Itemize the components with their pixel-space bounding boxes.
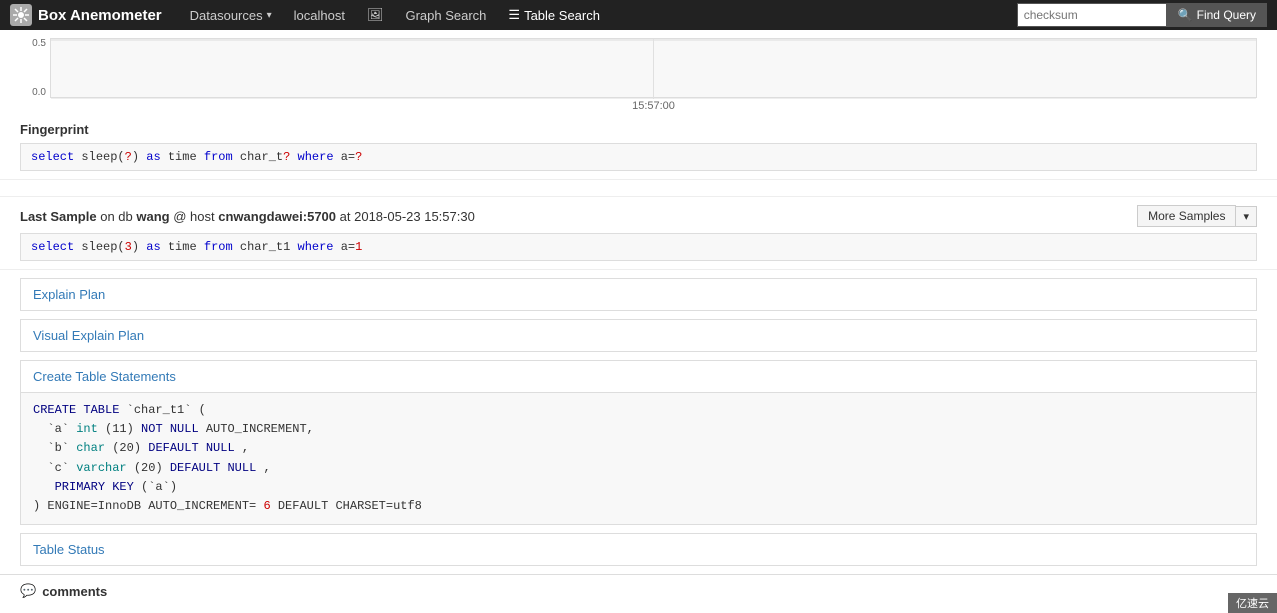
create-table-line2: `a` int (11) NOT NULL AUTO_INCREMENT,: [33, 420, 1244, 439]
create-table-line4: `c` varchar (20) DEFAULT NULL ,: [33, 459, 1244, 478]
find-query-button[interactable]: 🔍 Find Query: [1167, 3, 1267, 27]
nav-image[interactable]: 🖼: [357, 0, 394, 30]
nav-localhost-label: localhost: [294, 8, 345, 23]
navbar: Box Anemometer Datasources ▾ localhost 🖼…: [0, 0, 1277, 30]
fingerprint-section: Fingerprint select sleep(?) as time from…: [0, 114, 1277, 180]
table-status-header[interactable]: Table Status: [21, 534, 1256, 565]
more-samples-btn-group: More Samples ▾: [1137, 205, 1257, 227]
create-table-line5: PRIMARY KEY (`a`): [33, 478, 1244, 497]
nav-links: Datasources ▾ localhost 🖼 Graph Search ☰…: [180, 0, 610, 30]
create-table-section: Create Table Statements CREATE TABLE `ch…: [20, 360, 1257, 525]
last-sample-section: Last Sample on db wang @ host cnwangdawe…: [0, 196, 1277, 270]
chart-y-bottom: 0.0: [20, 87, 46, 98]
visual-explain-plan-section: Visual Explain Plan: [20, 319, 1257, 352]
comment-icon: 💬: [20, 583, 36, 599]
brand-name: Box Anemometer: [38, 7, 162, 24]
nav-datasources[interactable]: Datasources ▾: [180, 0, 282, 30]
image-icon: 🖼: [367, 7, 384, 23]
chart-x-label: 15:57:00: [50, 100, 1257, 112]
last-sample-header: Last Sample on db wang @ host cnwangdawe…: [20, 205, 1257, 227]
more-samples-dropdown-button[interactable]: ▾: [1236, 206, 1257, 227]
table-status-section: Table Status: [20, 533, 1257, 566]
create-table-line6: ) ENGINE=InnoDB AUTO_INCREMENT= 6 DEFAUL…: [33, 497, 1244, 516]
create-table-header[interactable]: Create Table Statements: [21, 361, 1256, 392]
spacer: [0, 180, 1277, 196]
footer-brand: 亿速云: [1228, 593, 1277, 613]
nav-datasources-label: Datasources: [190, 8, 263, 23]
nav-graph-search-label: Graph Search: [405, 8, 486, 23]
comments-label: comments: [42, 584, 107, 599]
more-samples-button[interactable]: More Samples: [1137, 205, 1236, 227]
brand-icon: [10, 4, 32, 26]
comments-section: 💬 comments: [0, 574, 1277, 607]
nav-table-search-label: Table Search: [524, 8, 600, 23]
explain-plan-section: Explain Plan: [20, 278, 1257, 311]
create-table-line1: CREATE TABLE `char_t1` (: [33, 401, 1244, 420]
nav-table-search[interactable]: ☰ Table Search: [498, 0, 610, 30]
search-box: 🔍 Find Query: [1017, 3, 1267, 27]
nav-graph-search[interactable]: Graph Search: [395, 0, 496, 30]
fingerprint-code: select sleep(?) as time from char_t? whe…: [20, 143, 1257, 171]
fingerprint-label: Fingerprint: [20, 122, 1257, 137]
chart-y-labels: 0.5 0.0: [20, 38, 50, 98]
last-sample-title: Last Sample on db wang @ host cnwangdawe…: [20, 209, 475, 224]
last-sample-code: select sleep(3) as time from char_t1 whe…: [20, 233, 1257, 261]
find-query-label: Find Query: [1197, 8, 1256, 22]
chevron-down-icon: ▾: [267, 10, 272, 21]
brand-link[interactable]: Box Anemometer: [10, 4, 162, 26]
create-table-body: CREATE TABLE `char_t1` ( `a` int (11) NO…: [21, 392, 1256, 524]
nav-localhost[interactable]: localhost: [284, 0, 355, 30]
chart-svg: [50, 38, 1257, 98]
chart-area: 0.5 0.0 15:57:00: [0, 34, 1277, 112]
chart-y-top: 0.5: [20, 38, 46, 49]
create-table-line3: `b` char (20) DEFAULT NULL ,: [33, 439, 1244, 458]
footer-brand-text: 亿速云: [1236, 598, 1269, 610]
comments-title: 💬 comments: [20, 583, 1257, 599]
search-icon: 🔍: [1178, 8, 1193, 22]
visual-explain-plan-header[interactable]: Visual Explain Plan: [21, 320, 1256, 351]
table-icon: ☰: [508, 7, 520, 23]
search-input[interactable]: [1017, 3, 1167, 27]
explain-plan-header[interactable]: Explain Plan: [21, 279, 1256, 310]
caret-icon: ▾: [1243, 211, 1249, 223]
